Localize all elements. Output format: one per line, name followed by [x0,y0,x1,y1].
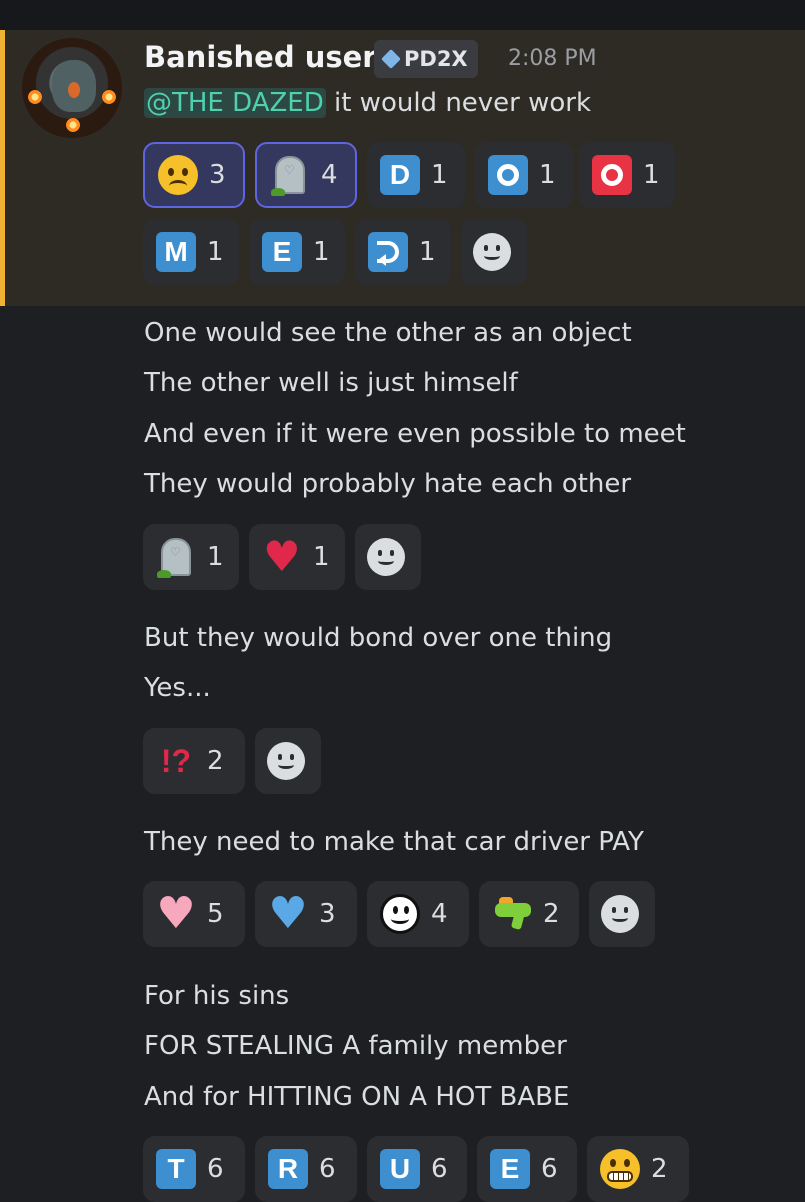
message-text-body: it would never work [325,88,592,118]
reaction-count: 1 [643,160,660,190]
pink-heart-icon: ♥ [156,888,196,939]
reaction-red-o[interactable]: 1 [579,142,675,208]
add-reaction-icon [267,742,305,780]
username[interactable]: Banished user [144,40,377,74]
add-reaction-icon [367,538,405,576]
user-mention[interactable]: @THE DAZED [144,88,326,118]
broken-heart-icon: ♥ [263,532,301,581]
reaction-smiley-face[interactable]: 4 [367,881,469,947]
reaction-count: 1 [313,542,330,572]
interrobang-icon: !? [160,743,192,779]
reaction-count: 1 [431,160,448,190]
letter-e-icon: E [262,232,302,272]
headstone-icon [271,156,305,196]
red-o-icon [592,155,632,195]
diamond-icon [381,49,401,69]
message-text: @THE DAZED it would never work [144,88,591,118]
letter-t-icon: T [156,1149,196,1189]
reaction-count: 4 [431,899,448,929]
reaction-letter-r[interactable]: R 6 [255,1136,357,1202]
message-line: And for HITTING ON A HOT BABE [144,1082,570,1112]
message-line: They would probably hate each other [144,469,632,499]
message-line: Yes... [144,673,211,703]
reaction-count: 1 [539,160,556,190]
add-reaction-button[interactable] [461,219,527,285]
water-pistol-icon [491,897,533,931]
reaction-headstone[interactable]: 4 [255,142,357,208]
avatar-flame [66,118,80,132]
reaction-pink-heart[interactable]: ♥ 5 [143,881,245,947]
reaction-count: 6 [541,1154,558,1184]
letter-m-icon: M [156,232,196,272]
reaction-letter-o[interactable]: 1 [475,142,573,208]
reaction-count: 6 [431,1154,448,1184]
reaction-headstone[interactable]: 1 [143,524,239,590]
reaction-count: 1 [419,237,436,267]
reaction-count: 1 [313,237,330,267]
avatar-flame [102,90,116,104]
reaction-count: 3 [209,160,226,190]
reaction-count: 2 [207,746,224,776]
message-line: FOR STEALING A family member [144,1031,567,1061]
reaction-broken-heart[interactable]: ♥ 1 [249,524,345,590]
letter-r-icon: R [268,1149,308,1189]
letter-e-icon: E [490,1149,530,1189]
reaction-count: 2 [543,899,560,929]
add-reaction-button[interactable] [255,728,321,794]
message-line: One would see the other as an object [144,318,632,348]
message-line: And even if it were even possible to mee… [144,419,686,449]
reaction-letter-t[interactable]: T 6 [143,1136,245,1202]
reaction-count: 4 [321,160,338,190]
message-line: The other well is just himself [144,368,518,398]
avatar-beak [68,82,80,98]
reaction-letter-d[interactable]: D 1 [367,142,465,208]
reaction-count: 1 [207,542,224,572]
clan-tag-label: PD2X [404,47,468,71]
letter-d-icon: D [380,155,420,195]
message-line: For his sins [144,981,290,1011]
reaction-return-arrow[interactable]: 1 [355,219,451,285]
smiley-face-icon [380,894,420,934]
reaction-interrobang[interactable]: !? 2 [143,728,245,794]
reaction-letter-e[interactable]: E 1 [249,219,345,285]
reaction-count: 6 [207,1154,224,1184]
add-reaction-button[interactable] [589,881,655,947]
reaction-blue-heart[interactable]: ♥ 3 [255,881,357,947]
avatar[interactable] [22,38,122,138]
add-reaction-icon [601,895,639,933]
reaction-water-pistol[interactable]: 2 [479,881,579,947]
avatar-flame [28,90,42,104]
reaction-grimacing-face[interactable]: 2 [587,1136,689,1202]
reaction-count: 3 [319,899,336,929]
add-reaction-button[interactable] [355,524,421,590]
letter-o-icon [488,155,528,195]
reaction-letter-e[interactable]: E 6 [477,1136,577,1202]
headstone-icon [157,538,191,578]
top-bar [0,0,805,30]
reaction-count: 2 [651,1154,668,1184]
reaction-count: 5 [207,899,224,929]
clan-tag[interactable]: PD2X [374,40,478,78]
timestamp: 2:08 PM [508,46,597,71]
message-line: They need to make that car driver PAY [144,827,644,857]
reaction-count: 1 [207,237,224,267]
sad-face-icon [158,155,198,195]
reaction-letter-m[interactable]: M 1 [143,219,239,285]
grimacing-face-icon [600,1149,640,1189]
reaction-count: 6 [319,1154,336,1184]
message-line: But they would bond over one thing [144,623,613,653]
add-reaction-icon [473,233,511,271]
reaction-sad-face[interactable]: 3 [143,142,245,208]
reaction-letter-u[interactable]: U 6 [367,1136,467,1202]
letter-u-icon: U [380,1149,420,1189]
return-arrow-icon [368,232,408,272]
blue-heart-icon: ♥ [268,888,308,939]
